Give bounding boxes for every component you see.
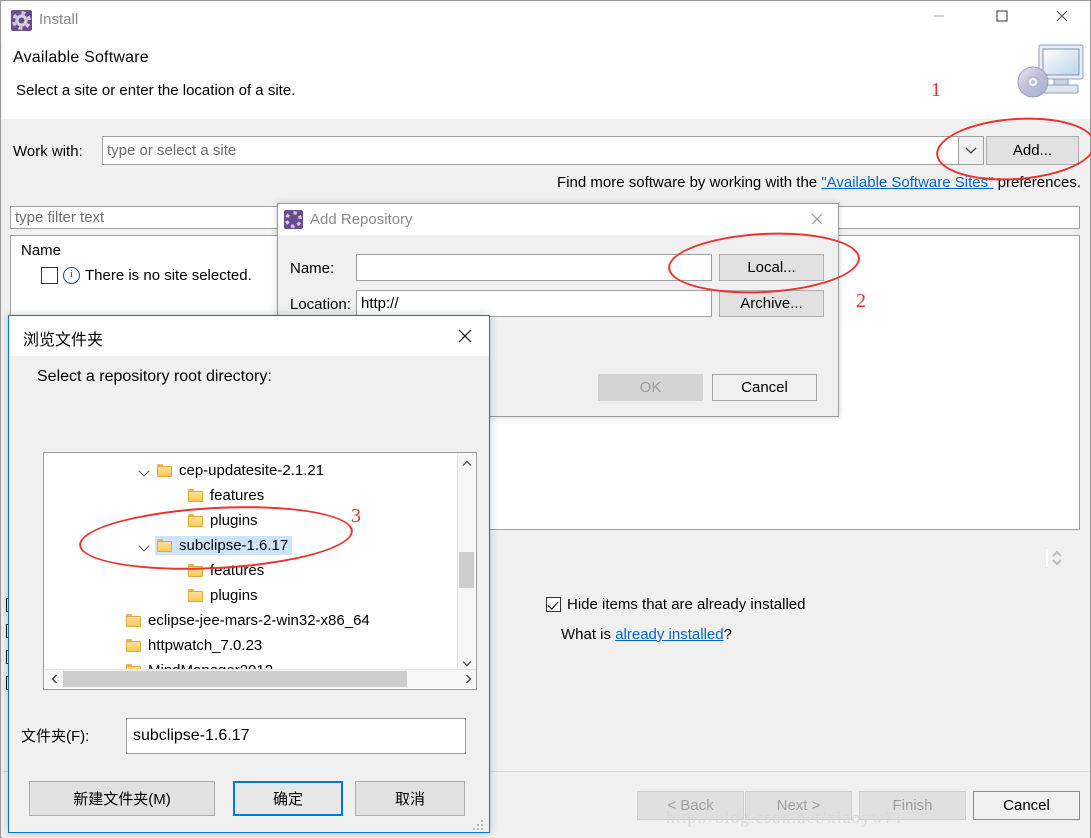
browse-folder-prompt: Select a repository root directory: [37, 368, 272, 385]
close-icon[interactable] [1039, 1, 1084, 31]
browse-folder-title-bar: 浏览文件夹 [9, 316, 489, 356]
cancel-button[interactable]: Cancel [973, 791, 1080, 820]
new-folder-button[interactable]: 新建文件夹(M) [29, 781, 215, 816]
what-is-installed-text: What is already installed? [561, 626, 732, 643]
folder-icon [188, 589, 203, 602]
folder-tree-item[interactable]: cep-updatesite-2.1.21 [137, 458, 328, 483]
tree-column-header-name: Name [21, 242, 62, 259]
browse-folder-dialog: 浏览文件夹 Select a repository root directory… [8, 315, 490, 833]
folder-icon [188, 489, 203, 502]
horizontal-scrollbar-thumb[interactable] [63, 671, 407, 687]
work-with-input[interactable]: type or select a site [102, 136, 959, 165]
folder-tree[interactable]: cep-updatesite-2.1.21 features plugins subc… [43, 452, 477, 690]
folder-name-input[interactable]: subclipse-1.6.17 [126, 718, 466, 754]
tree-row[interactable]: i There is no site selected. [41, 267, 252, 284]
vertical-scrollbar-thumb[interactable] [459, 552, 474, 588]
work-with-label: Work with: [13, 143, 83, 160]
folder-tree-item-content[interactable]: httpwatch_7.0.23 [124, 636, 266, 655]
tree-empty-message: There is no site selected. [85, 267, 252, 284]
resize-grip-icon[interactable] [473, 817, 485, 830]
tree-row-checkbox[interactable] [41, 267, 58, 284]
folder-tree-item-label: httpwatch_7.0.23 [148, 637, 263, 654]
folder-tree-item-content[interactable]: eclipse-jee-mars-2-win32-x86_64 [124, 611, 374, 630]
folder-tree-horizontal-scrollbar[interactable] [45, 669, 476, 688]
folder-icon [126, 639, 141, 652]
maximize-icon[interactable] [979, 1, 1024, 31]
repo-name-label: Name: [290, 260, 335, 277]
what-is-prefix: What is [561, 626, 616, 643]
ok-button[interactable]: OK [598, 374, 703, 401]
annotation-marker-3: 3 [351, 505, 361, 527]
computer-cd-icon [1014, 41, 1091, 103]
folder-tree-item-label: features [210, 487, 265, 504]
folder-tree-item-content[interactable]: cep-updatesite-2.1.21 [155, 461, 328, 480]
minimize-icon[interactable] [916, 1, 961, 31]
eclipse-install-icon [11, 10, 32, 31]
repo-name-input[interactable] [356, 254, 712, 281]
folder-tree-item-label: cep-updatesite-2.1.21 [179, 462, 325, 479]
close-icon[interactable] [800, 206, 834, 232]
what-is-suffix: ? [723, 626, 732, 643]
page-subtitle: Select a site or enter the location of a… [16, 82, 296, 99]
folder-icon [126, 614, 141, 627]
hide-installed-row[interactable]: Hide items that are already installed [546, 596, 805, 613]
close-icon[interactable] [445, 321, 485, 351]
confirm-button[interactable]: 确定 [233, 781, 343, 816]
scroll-up-arrow-icon[interactable] [458, 454, 475, 472]
page-title: Available Software [13, 49, 149, 66]
info-icon: i [63, 267, 80, 284]
folder-tree-item[interactable]: plugins [168, 583, 262, 608]
folder-tree-item-content[interactable]: plugins [186, 586, 262, 605]
chevron-down-icon[interactable] [137, 463, 153, 479]
folder-tree-item-content[interactable]: features [186, 486, 268, 505]
folder-icon [157, 464, 172, 477]
repo-location-input[interactable]: http:// [356, 290, 712, 317]
wizard-banner: Available Software Select a site or ente… [2, 41, 1090, 119]
annotation-marker-1: 1 [931, 79, 941, 101]
browse-folder-title: 浏览文件夹 [23, 332, 104, 349]
folder-tree-item[interactable]: httpwatch_7.0.23 [106, 633, 266, 658]
folder-cancel-button[interactable]: 取消 [355, 781, 465, 816]
folder-tree-item-label: eclipse-jee-mars-2-win32-x86_64 [148, 612, 370, 629]
find-more-prefix: Find more software by working with the [557, 174, 822, 191]
folder-tree-vertical-scrollbar[interactable] [457, 454, 475, 672]
already-installed-link[interactable]: already installed [615, 626, 723, 643]
add-repository-title: Add Repository [310, 211, 413, 228]
eclipse-install-icon [284, 210, 303, 229]
window-title-bar: Install [1, 1, 1090, 41]
add-repository-title-bar: Add Repository [278, 204, 838, 235]
annotation-marker-2: 2 [856, 290, 866, 312]
repo-cancel-button[interactable]: Cancel [712, 374, 817, 401]
watermark: http://blog.csdn.net/xiaoyw71 [666, 808, 904, 827]
folder-tree-item-label: plugins [210, 587, 258, 604]
hide-installed-checkbox[interactable] [546, 597, 561, 612]
archive-button[interactable]: Archive... [719, 290, 824, 317]
panel-resize-handle[interactable] [1042, 546, 1066, 570]
repo-location-label: Location: [290, 296, 351, 313]
folder-tree-item[interactable]: features [168, 483, 268, 508]
scroll-left-arrow-icon[interactable] [45, 670, 63, 688]
scroll-right-arrow-icon[interactable] [459, 670, 476, 688]
window-title: Install [39, 11, 79, 28]
hide-installed-label: Hide items that are already installed [567, 596, 806, 613]
folder-tree-item[interactable]: eclipse-jee-mars-2-win32-x86_64 [106, 608, 374, 633]
folder-field-label: 文件夹(F): [21, 728, 90, 745]
